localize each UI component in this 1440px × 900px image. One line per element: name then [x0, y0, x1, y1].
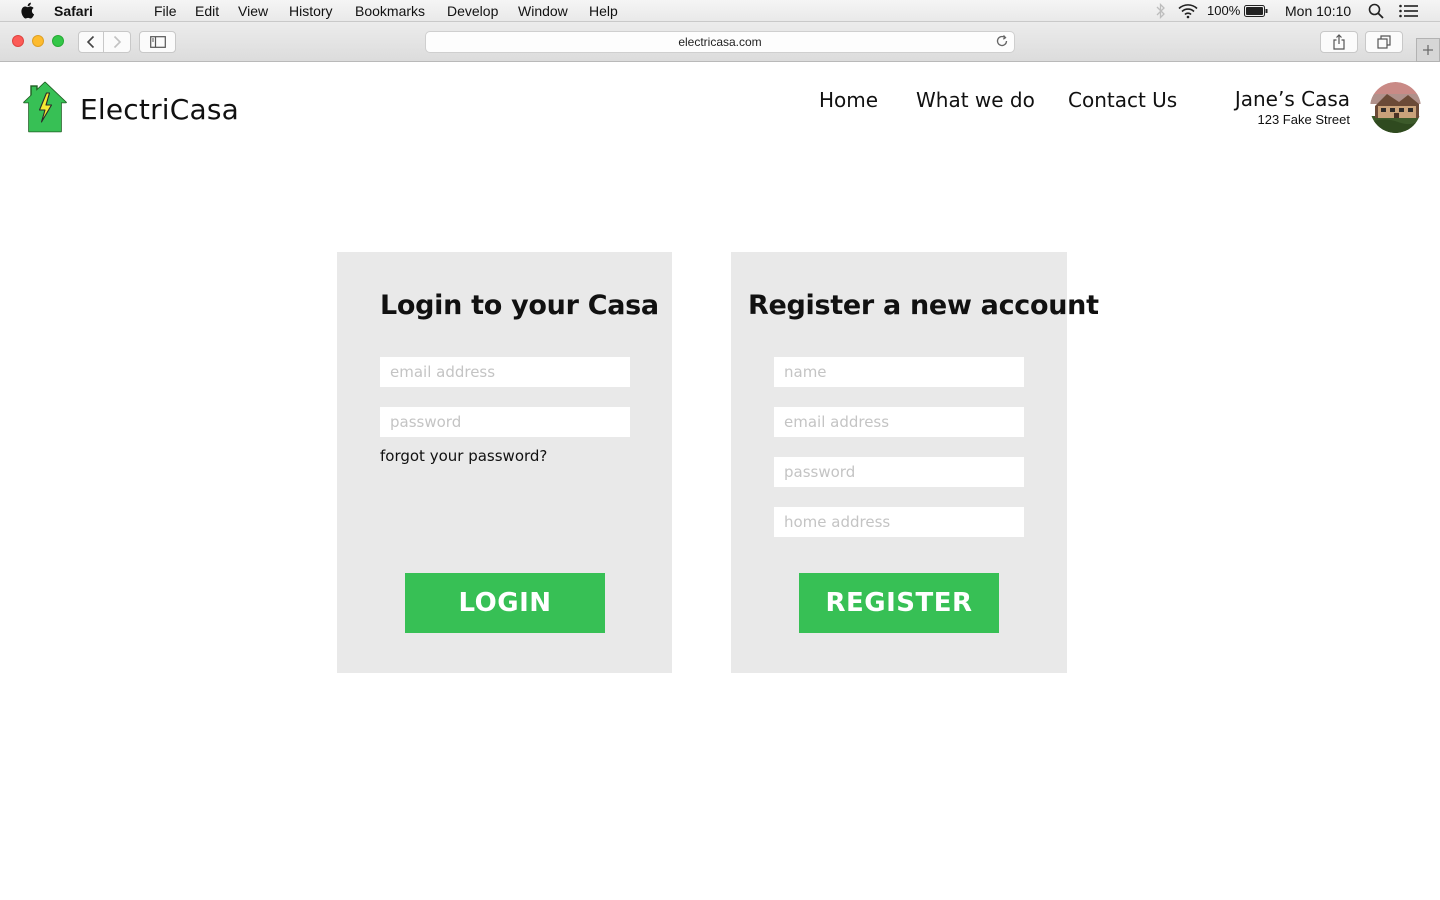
login-button[interactable]: LOGIN	[405, 573, 605, 633]
tabs-overview-icon	[1377, 35, 1391, 49]
account-casa-name[interactable]: Jane’s Casa	[1235, 87, 1350, 111]
address-bar[interactable]: electricasa.com	[425, 31, 1015, 53]
register-name-input[interactable]	[774, 357, 1024, 387]
forgot-password-link[interactable]: forgot your password?	[380, 447, 547, 465]
menu-develop[interactable]: Develop	[447, 3, 498, 19]
chevron-left-icon	[86, 35, 95, 49]
menu-window[interactable]: Window	[518, 3, 568, 19]
menu-app-name[interactable]: Safari	[54, 3, 93, 19]
register-password-input[interactable]	[774, 457, 1024, 487]
sidebar-toggle-button[interactable]	[139, 31, 176, 53]
menu-history[interactable]: History	[289, 3, 333, 19]
spotlight-search-icon[interactable]	[1368, 3, 1384, 19]
menu-bar: Safari File Edit View History Bookmarks …	[0, 0, 1440, 22]
menu-help[interactable]: Help	[589, 3, 618, 19]
chevron-right-icon	[113, 35, 122, 49]
window-zoom-button[interactable]	[52, 35, 64, 47]
menu-bookmarks[interactable]: Bookmarks	[355, 3, 425, 19]
battery-percentage: 100%	[1207, 3, 1241, 18]
back-button[interactable]	[78, 31, 104, 53]
house-avatar[interactable]	[1370, 82, 1421, 133]
nav-contact-us-link[interactable]: Contact Us	[1068, 88, 1177, 112]
register-home-address-input[interactable]	[774, 507, 1024, 537]
register-title: Register a new account	[748, 290, 1099, 321]
register-panel: Register a new account REGISTER	[731, 252, 1099, 673]
account-address: 123 Fake Street	[1257, 112, 1351, 127]
nav-home-link[interactable]: Home	[819, 88, 878, 112]
nav-what-we-do-link[interactable]: What we do	[916, 88, 1035, 112]
url-text: electricasa.com	[678, 35, 762, 49]
bluetooth-icon[interactable]	[1156, 3, 1166, 19]
show-tabs-button[interactable]	[1365, 31, 1403, 53]
menu-edit[interactable]: Edit	[195, 3, 219, 19]
notification-center-icon[interactable]	[1399, 4, 1419, 18]
login-email-input[interactable]	[380, 357, 630, 387]
menubar-clock[interactable]: Mon 10:10	[1285, 3, 1351, 19]
wifi-icon[interactable]	[1178, 3, 1198, 19]
forward-button[interactable]	[104, 31, 131, 53]
share-button[interactable]	[1320, 31, 1358, 53]
apple-icon[interactable]	[19, 2, 35, 19]
register-email-input[interactable]	[774, 407, 1024, 437]
login-panel: Login to your Casa forgot your password?…	[337, 252, 672, 673]
login-title: Login to your Casa	[380, 290, 659, 321]
menu-file[interactable]: File	[154, 3, 177, 19]
browser-toolbar: electricasa.com	[0, 22, 1440, 62]
login-password-input[interactable]	[380, 407, 630, 437]
new-tab-button[interactable]	[1416, 38, 1440, 62]
window-close-button[interactable]	[12, 35, 24, 47]
sidebar-icon	[149, 36, 166, 48]
menu-view[interactable]: View	[238, 3, 268, 19]
brand-name[interactable]: ElectriCasa	[80, 93, 239, 126]
share-icon	[1333, 34, 1345, 50]
battery-icon[interactable]	[1244, 5, 1268, 17]
reload-icon[interactable]	[995, 34, 1009, 48]
plus-icon	[1423, 45, 1433, 55]
window-minimize-button[interactable]	[32, 35, 44, 47]
electricasa-logo-icon[interactable]	[22, 81, 68, 133]
register-button[interactable]: REGISTER	[799, 573, 999, 633]
